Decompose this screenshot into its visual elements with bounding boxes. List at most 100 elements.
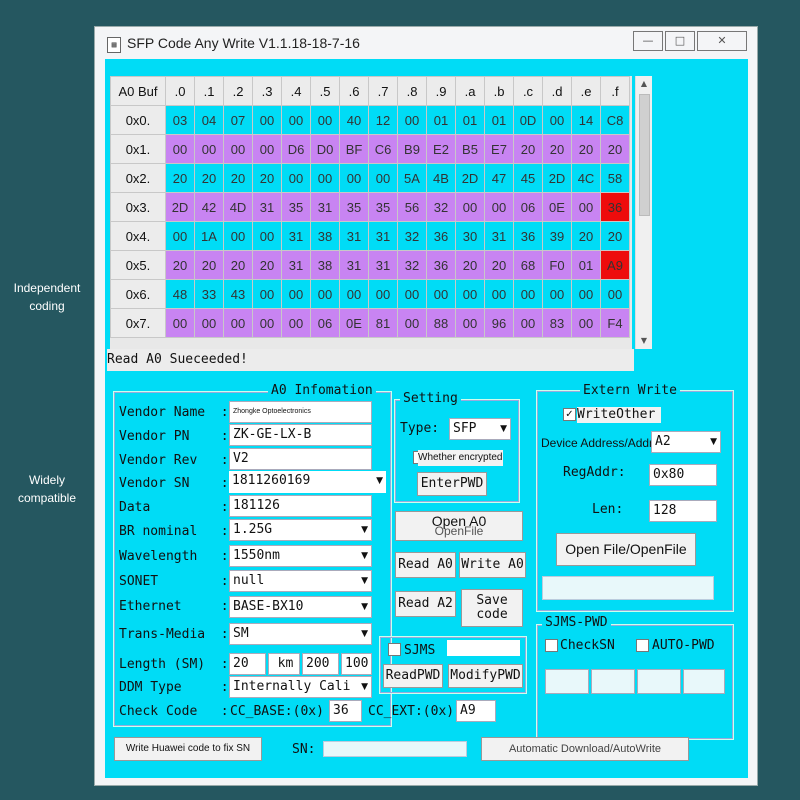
grid-cell[interactable]: 00: [310, 105, 340, 135]
grid-cell[interactable]: 0D: [513, 105, 543, 135]
close-button[interactable]: ✕: [697, 31, 747, 51]
grid-cell[interactable]: 01: [571, 250, 601, 280]
grid-cell[interactable]: 88: [426, 308, 456, 338]
maximize-button[interactable]: □: [665, 31, 695, 51]
grid-cell[interactable]: C8: [600, 105, 630, 135]
grid-cell[interactable]: D0: [310, 134, 340, 164]
grid-cell[interactable]: 00: [223, 221, 253, 251]
grid-cell[interactable]: 00: [252, 279, 282, 309]
grid-cell[interactable]: 00: [252, 308, 282, 338]
grid-cell[interactable]: 00: [455, 308, 485, 338]
data-field[interactable]: 181126: [229, 495, 372, 517]
grid-cell[interactable]: 20: [165, 163, 195, 193]
grid-cell[interactable]: 96: [484, 308, 514, 338]
grid-cell[interactable]: 20: [165, 250, 195, 280]
grid-cell[interactable]: 20: [252, 250, 282, 280]
grid-cell[interactable]: 00: [397, 308, 427, 338]
grid-cell[interactable]: 4B: [426, 163, 456, 193]
grid-cell[interactable]: 00: [513, 308, 543, 338]
wavelength-select[interactable]: 1550nm ▼: [229, 545, 372, 567]
sjms-checkbox[interactable]: [388, 643, 401, 656]
grid-cell[interactable]: 20: [571, 221, 601, 251]
grid-cell[interactable]: A9: [600, 250, 630, 280]
grid-cell[interactable]: 07: [223, 105, 253, 135]
grid-cell[interactable]: 35: [281, 192, 311, 222]
grid-cell[interactable]: 31: [368, 250, 398, 280]
grid-cell[interactable]: 1A: [194, 221, 224, 251]
grid-cell[interactable]: 38: [310, 250, 340, 280]
device-address-select[interactable]: A2 ▼: [651, 431, 721, 453]
grid-cell[interactable]: 31: [310, 192, 340, 222]
grid-cell[interactable]: 01: [426, 105, 456, 135]
grid-cell[interactable]: 01: [455, 105, 485, 135]
grid-cell[interactable]: 00: [368, 163, 398, 193]
check-sn-checkbox[interactable]: [545, 639, 558, 652]
vendor-rev-field[interactable]: V2: [229, 448, 372, 470]
sonet-select[interactable]: null ▼: [229, 570, 372, 592]
grid-cell[interactable]: 31: [339, 221, 369, 251]
ddm-type-select[interactable]: Internally Cali ▼: [229, 676, 372, 698]
grid-cell[interactable]: 2D: [542, 163, 572, 193]
grid-cell[interactable]: 20: [194, 163, 224, 193]
grid-cell[interactable]: 00: [397, 279, 427, 309]
grid-cell[interactable]: 36: [600, 192, 630, 222]
grid-cell[interactable]: 00: [600, 279, 630, 309]
grid-cell[interactable]: 31: [484, 221, 514, 251]
grid-cell[interactable]: 20: [513, 134, 543, 164]
grid-cell[interactable]: 00: [455, 279, 485, 309]
save-code-button[interactable]: Save code: [461, 589, 523, 627]
grid-cell[interactable]: 00: [281, 163, 311, 193]
grid-cell[interactable]: 83: [542, 308, 572, 338]
grid-cell[interactable]: 00: [426, 279, 456, 309]
grid-cell[interactable]: 47: [484, 163, 514, 193]
grid-cell[interactable]: 00: [455, 192, 485, 222]
scroll-thumb[interactable]: [639, 94, 650, 216]
grid-cell[interactable]: 00: [194, 308, 224, 338]
open-a0-button[interactable]: Open A0 OpenFile: [395, 511, 523, 541]
length-km-field[interactable]: 20: [229, 653, 266, 675]
sjms-field[interactable]: [447, 640, 520, 656]
pwd-field-3[interactable]: [637, 669, 681, 694]
grid-cell[interactable]: 81: [368, 308, 398, 338]
grid-cell[interactable]: 00: [281, 105, 311, 135]
grid-cell[interactable]: 20: [484, 250, 514, 280]
grid-cell[interactable]: 43: [223, 279, 253, 309]
grid-cell[interactable]: F0: [542, 250, 572, 280]
grid-cell[interactable]: 48: [165, 279, 195, 309]
grid-scrollbar[interactable]: ▲ ▼: [635, 76, 652, 349]
grid-cell[interactable]: 33: [194, 279, 224, 309]
grid-cell[interactable]: 45: [513, 163, 543, 193]
hex-table[interactable]: A0 Buf .0.1.2.3.4.5.6.7.8.9 .a .b .c .d .e .f 0x…: [110, 76, 630, 338]
length-field-3[interactable]: 100: [341, 653, 372, 675]
a0-buffer-grid[interactable]: A0 Buf .0.1.2.3.4.5.6.7.8.9 .a .b .c .d .e .f 0x…: [110, 76, 632, 349]
auto-download-button[interactable]: Automatic Download/AutoWrite: [481, 737, 689, 761]
write-other-checkbox[interactable]: ✓: [563, 408, 576, 421]
length-field-2[interactable]: 200: [302, 653, 339, 675]
write-huawei-button[interactable]: Write Huawei code to fix SN: [114, 737, 262, 761]
grid-cell[interactable]: 00: [252, 221, 282, 251]
sn-field[interactable]: [323, 741, 467, 757]
grid-cell[interactable]: 12: [368, 105, 398, 135]
extern-output-field[interactable]: [542, 576, 714, 600]
br-nominal-select[interactable]: 1.25G ▼: [229, 519, 372, 541]
grid-cell[interactable]: 31: [281, 221, 311, 251]
grid-cell[interactable]: 00: [281, 308, 311, 338]
grid-cell[interactable]: 20: [455, 250, 485, 280]
scroll-down-icon[interactable]: ▼: [636, 333, 652, 349]
grid-cell[interactable]: 32: [397, 221, 427, 251]
cc-base-field[interactable]: 36: [329, 700, 362, 722]
grid-cell[interactable]: 00: [484, 279, 514, 309]
grid-cell[interactable]: 35: [368, 192, 398, 222]
grid-cell[interactable]: 00: [542, 279, 572, 309]
pwd-field-4[interactable]: [683, 669, 725, 694]
grid-cell[interactable]: 00: [339, 163, 369, 193]
len-field[interactable]: 128: [649, 500, 717, 522]
read-a2-button[interactable]: Read A2: [395, 591, 456, 617]
grid-cell[interactable]: 00: [571, 192, 601, 222]
vendor-pn-field[interactable]: ZK-GE-LX-B: [229, 424, 372, 446]
grid-cell[interactable]: 00: [513, 279, 543, 309]
type-select[interactable]: SFP ▼: [449, 418, 511, 440]
grid-cell[interactable]: 58: [600, 163, 630, 193]
grid-cell[interactable]: B5: [455, 134, 485, 164]
grid-cell[interactable]: 5A: [397, 163, 427, 193]
